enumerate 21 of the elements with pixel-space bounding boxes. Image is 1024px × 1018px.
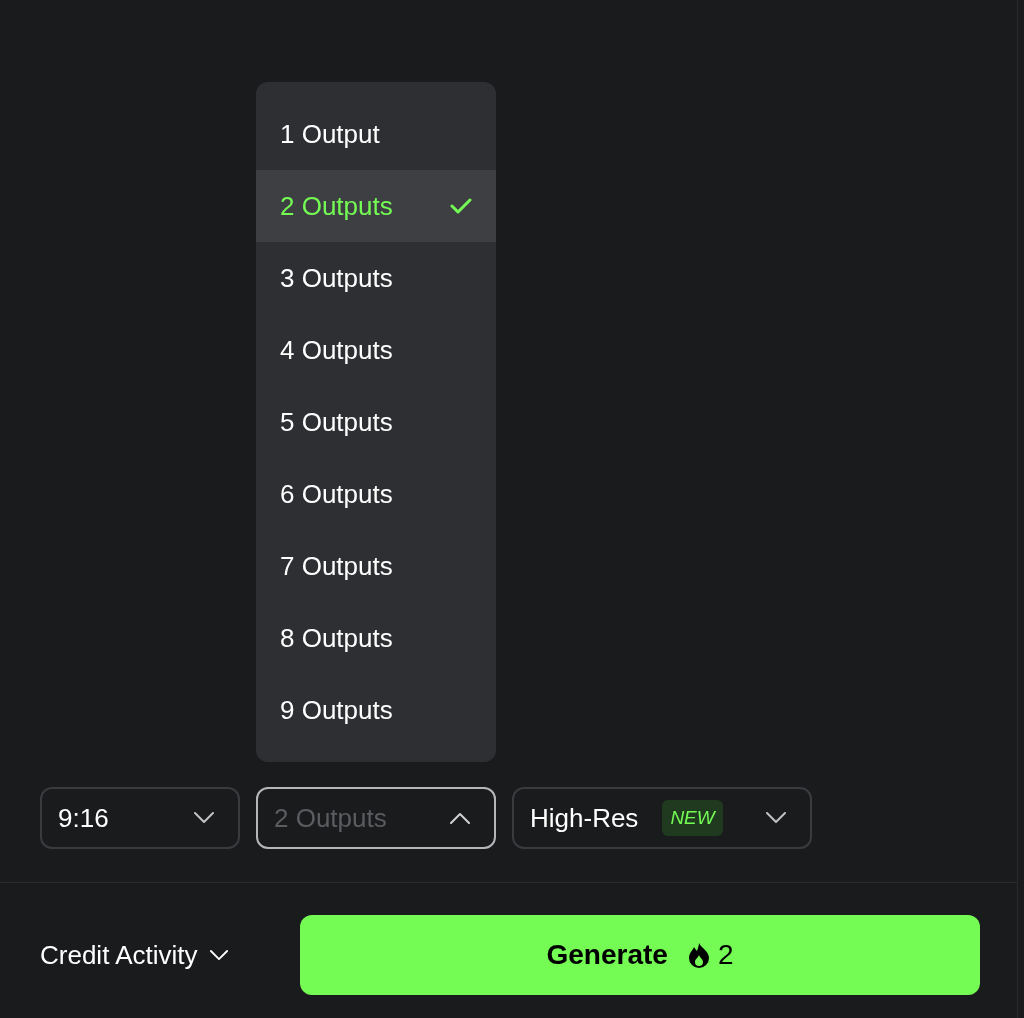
new-badge: NEW [662, 799, 723, 837]
menu-item[interactable]: 5 Outputs [256, 386, 496, 458]
credit-cost: 2 [687, 934, 734, 976]
menu-item[interactable]: 2 Outputs [256, 170, 496, 242]
chevron-down-icon [766, 812, 786, 824]
select-dropdown[interactable]: 9:16 [40, 787, 240, 849]
menu-item[interactable]: 6 Outputs [256, 458, 496, 530]
menu-item[interactable]: 3 Outputs [256, 242, 496, 314]
generate-button[interactable]: Generate 2 [300, 915, 980, 995]
select-dropdown[interactable]: High-Res NEW [512, 787, 812, 849]
flame-icon [687, 942, 710, 968]
menu-item[interactable]: 7 Outputs [256, 530, 496, 602]
menu-item[interactable]: 9 Outputs [256, 674, 496, 746]
chevron-up-icon [450, 812, 470, 824]
chevron-down-icon [209, 949, 228, 961]
menu-item[interactable]: 1 Output [256, 98, 496, 170]
chevron-down-icon [194, 812, 214, 824]
menu-item[interactable]: 8 Outputs [256, 602, 496, 674]
checkmark-icon [450, 198, 472, 214]
menu-item[interactable]: 4 Outputs [256, 314, 496, 386]
credit-activity-dropdown[interactable]: Credit Activity [40, 935, 300, 975]
